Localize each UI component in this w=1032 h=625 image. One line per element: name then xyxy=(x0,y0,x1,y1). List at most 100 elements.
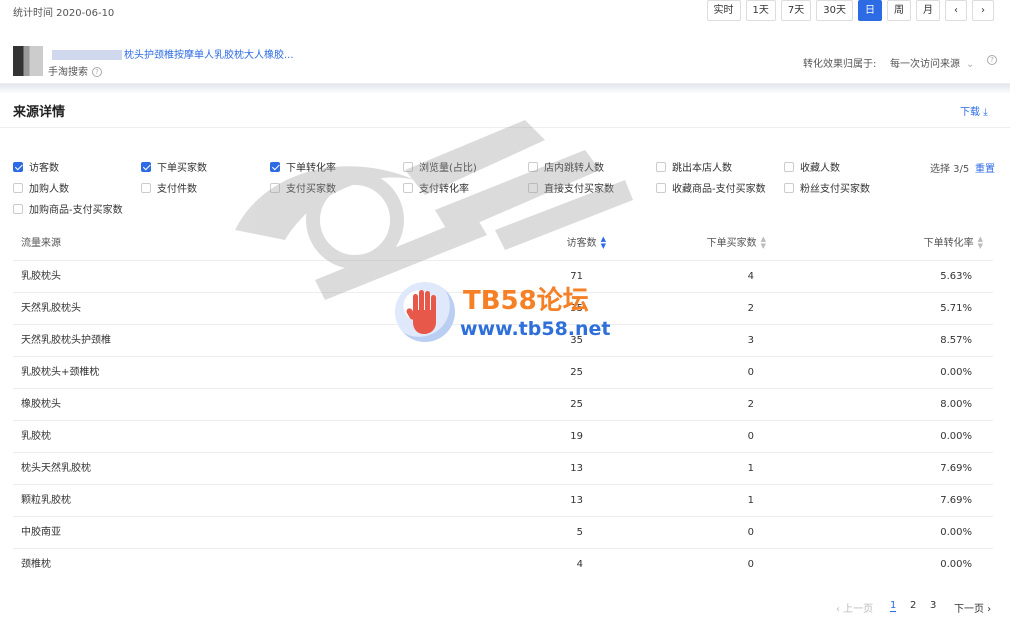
metric-label: 访客数 xyxy=(29,163,59,174)
page-1-button[interactable]: 1 xyxy=(890,600,897,612)
prev-page-button[interactable]: ‹ 上一页 xyxy=(836,600,873,615)
metric-checkbox[interactable]: 粉丝支付买家数 xyxy=(784,180,870,195)
metric-label: 加购商品-支付买家数 xyxy=(29,205,123,216)
metric-checkbox[interactable]: 收藏商品-支付买家数 xyxy=(656,180,766,195)
checkbox-icon[interactable] xyxy=(141,182,151,193)
cell-buyers: 0 xyxy=(747,527,754,538)
metric-checkbox[interactable]: 支付转化率 xyxy=(403,180,469,195)
metric-checkbox[interactable]: 直接支付买家数 xyxy=(528,180,614,195)
metric-checkbox[interactable]: 支付件数 xyxy=(141,180,197,195)
cell-visitors: 35 xyxy=(570,303,583,314)
chevron-down-icon: ⌄ xyxy=(966,59,975,70)
checkbox-icon[interactable] xyxy=(270,182,280,193)
range-day-button[interactable]: 日 xyxy=(858,0,882,21)
metric-label: 收藏商品-支付买家数 xyxy=(672,184,766,195)
cell-visitors: 13 xyxy=(570,495,583,506)
range-7day-button[interactable]: 7天 xyxy=(780,0,812,21)
cell-buyers: 2 xyxy=(747,303,754,314)
table-row: 乳胶枕 19 0 0.00% xyxy=(13,420,993,452)
attribution-select[interactable]: 每一次访问来源 ⌄ xyxy=(890,55,974,70)
header-buyers-label: 下单买家数 xyxy=(706,238,757,249)
metric-checkbox[interactable]: 浏览量(占比) xyxy=(403,159,477,174)
divider xyxy=(0,127,1010,128)
header-conversion[interactable]: 下单转化率 ▲ ▼ xyxy=(873,228,983,260)
download-button[interactable]: 下载 ⤓ xyxy=(960,103,988,118)
checkbox-icon[interactable] xyxy=(13,203,23,214)
product-source: 手淘搜索? xyxy=(48,63,102,78)
cell-conversion: 8.57% xyxy=(940,335,972,346)
cell-source: 乳胶枕头 xyxy=(21,271,61,282)
cell-visitors: 25 xyxy=(570,367,583,378)
metric-label: 店内跳转人数 xyxy=(544,163,604,174)
header-conversion-label: 下单转化率 xyxy=(923,238,974,249)
checkbox-icon[interactable] xyxy=(270,161,280,172)
cell-source: 中胶南亚 xyxy=(21,527,61,538)
checkbox-icon[interactable] xyxy=(403,161,413,172)
next-page-button[interactable]: 下一页 › xyxy=(954,600,991,615)
metric-checkbox[interactable]: 店内跳转人数 xyxy=(528,159,604,174)
cell-visitors: 35 xyxy=(570,335,583,346)
download-icon: ⤓ xyxy=(983,107,988,118)
date-range-group: 实时 1天 7天 30天 日 周 月 ‹ › xyxy=(706,0,994,21)
cell-conversion: 8.00% xyxy=(940,399,972,410)
help-icon: ? xyxy=(987,55,997,65)
attribution-help[interactable]: ? xyxy=(983,55,997,66)
page-3-button[interactable]: 3 xyxy=(930,600,936,611)
header-visitors-label: 访客数 xyxy=(566,238,597,249)
checkbox-icon[interactable] xyxy=(528,161,538,172)
page-2-button[interactable]: 2 xyxy=(910,600,916,611)
metric-checkbox[interactable]: 下单买家数 xyxy=(141,159,207,174)
table-row: 天然乳胶枕头护颈椎 35 3 8.57% xyxy=(13,324,993,356)
metric-label: 下单转化率 xyxy=(286,163,336,174)
select-count: 选择 3/5 xyxy=(930,164,970,175)
cell-buyers: 0 xyxy=(747,367,754,378)
header-source: 流量来源 xyxy=(21,238,61,249)
checkbox-icon[interactable] xyxy=(656,182,666,193)
checkbox-icon[interactable] xyxy=(13,182,23,193)
cell-conversion: 0.00% xyxy=(940,367,972,378)
prev-date-button[interactable]: ‹ xyxy=(945,0,967,21)
checkbox-icon[interactable] xyxy=(784,182,794,193)
cell-conversion: 7.69% xyxy=(940,463,972,474)
metric-checkbox[interactable]: 收藏人数 xyxy=(784,159,840,174)
metric-checkbox[interactable]: 支付买家数 xyxy=(270,180,336,195)
cell-conversion: 0.00% xyxy=(940,559,972,570)
metric-label: 加购人数 xyxy=(29,184,69,195)
metric-label: 直接支付买家数 xyxy=(544,184,614,195)
product-title-link[interactable]: 枕头护颈椎按摩单人乳胶枕大人橡胶... xyxy=(52,46,312,61)
range-realtime-button[interactable]: 实时 xyxy=(706,0,741,21)
metric-checkbox[interactable]: 加购人数 xyxy=(13,180,69,195)
checkbox-icon[interactable] xyxy=(13,161,23,172)
cell-conversion: 0.00% xyxy=(940,527,972,538)
header-visitors[interactable]: 访客数 ▲ ▼ xyxy=(513,228,606,260)
metric-label: 下单买家数 xyxy=(157,163,207,174)
range-30day-button[interactable]: 30天 xyxy=(816,0,853,21)
redacted-text xyxy=(52,50,122,60)
metric-checkbox[interactable]: 加购商品-支付买家数 xyxy=(13,201,123,216)
download-label: 下载 xyxy=(960,107,980,118)
checkbox-icon[interactable] xyxy=(403,182,413,193)
cell-visitors: 4 xyxy=(576,559,583,570)
table-row: 乳胶枕头+颈椎枕 25 0 0.00% xyxy=(13,356,993,388)
product-thumbnail[interactable] xyxy=(13,46,43,76)
metric-checkbox[interactable]: 跳出本店人数 xyxy=(656,159,732,174)
metric-checkbox[interactable]: 下单转化率 xyxy=(270,159,336,174)
table-row: 枕头天然乳胶枕 13 1 7.69% xyxy=(13,452,993,484)
checkbox-icon[interactable] xyxy=(528,182,538,193)
product-title-text: 枕头护颈椎按摩单人乳胶枕大人橡胶... xyxy=(124,50,294,61)
next-date-button[interactable]: › xyxy=(972,0,994,21)
reset-link[interactable]: 重置 xyxy=(975,160,995,175)
range-1day-button[interactable]: 1天 xyxy=(745,0,776,21)
metric-checkbox[interactable]: 访客数 xyxy=(13,159,59,174)
header-buyers[interactable]: 下单买家数 ▲ ▼ xyxy=(663,228,766,260)
checkbox-icon[interactable] xyxy=(784,161,794,172)
cell-conversion: 5.63% xyxy=(940,271,972,282)
checkbox-icon[interactable] xyxy=(656,161,666,172)
attribution-value: 每一次访问来源 xyxy=(890,59,960,70)
range-month-button[interactable]: 月 xyxy=(916,0,940,21)
help-icon[interactable]: ? xyxy=(92,67,102,77)
metric-label: 浏览量(占比) xyxy=(419,163,477,174)
range-week-button[interactable]: 周 xyxy=(887,0,911,21)
cell-source: 乳胶枕头+颈椎枕 xyxy=(21,367,100,378)
checkbox-icon[interactable] xyxy=(141,161,151,172)
